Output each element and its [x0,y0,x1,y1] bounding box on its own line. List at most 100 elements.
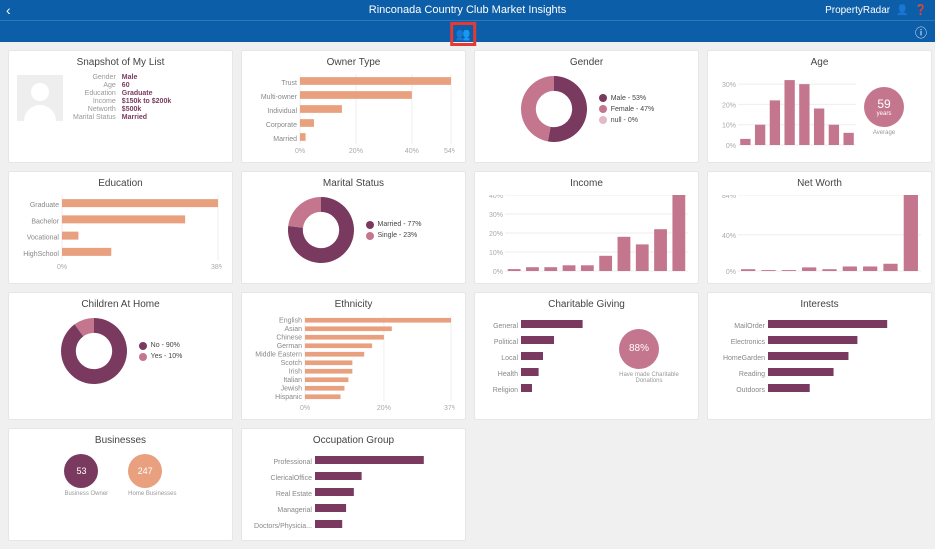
svg-text:Trust: Trust [281,80,297,87]
svg-text:20%: 20% [349,148,363,154]
svg-text:Middle Eastern: Middle Eastern [255,352,302,359]
chart-children [59,316,129,386]
chart-gender [519,74,589,144]
svg-text:40%: 40% [722,233,736,240]
info-icon[interactable]: ⓘ [915,24,927,41]
svg-text:0%: 0% [726,269,736,275]
legend-children: No - 90%Yes - 10% [139,342,183,361]
card-title: Owner Type [250,57,457,68]
svg-text:Corporate: Corporate [266,122,297,129]
card-title: Income [483,178,690,189]
svg-text:Bachelor: Bachelor [31,218,59,225]
svg-text:Political: Political [494,339,519,346]
svg-text:German: German [277,343,302,350]
age-badge: 59 years [864,87,904,127]
card-networth: Net Worth 0% 40% 84% [707,171,932,284]
dashboard-grid: Snapshot of My List GenderMaleAge60Educa… [0,42,935,549]
card-occupation: Occupation Group ProfessionalClericalOff… [241,428,466,541]
svg-text:30%: 30% [489,212,503,219]
chart-marital [286,195,356,265]
chart-charitable: General Political Local Health Religion [483,316,613,396]
svg-text:HighSchool: HighSchool [23,251,59,258]
svg-text:English: English [279,318,302,325]
svg-text:10%: 10% [489,250,503,257]
svg-text:Hispanic: Hispanic [275,394,302,401]
chart-education: 0%38%GraduateBachelorVocationalHighSchoo… [17,195,222,270]
svg-text:0%: 0% [726,143,736,149]
svg-text:84%: 84% [722,195,736,200]
card-businesses: Businesses 53 Business Owner 247 Home Bu… [8,428,233,541]
card-title: Children At Home [17,299,224,310]
svg-text:Managerial: Managerial [277,507,312,514]
svg-text:40%: 40% [489,195,503,200]
snapshot-table: GenderMaleAge60EducationGraduateIncome$1… [73,74,171,121]
card-title: Businesses [17,435,224,446]
svg-text:Scotch: Scotch [281,360,303,367]
charitable-badge-label: Have made Charitable Donations [619,372,679,384]
svg-text:37%: 37% [444,405,455,411]
svg-text:Asian: Asian [284,326,302,333]
svg-text:20%: 20% [489,231,503,238]
card-marital: Marital Status Married - 77%Single - 23% [241,171,466,284]
card-title: Snapshot of My List [17,57,224,68]
svg-text:Doctors/Physicia...: Doctors/Physicia... [254,523,312,530]
highlighted-toolbar-button: 👥 [450,22,477,46]
svg-text:Graduate: Graduate [30,202,59,209]
card-ethnicity: Ethnicity 0% 20% 37% EnglishAsian ChineseGer… [241,292,466,420]
people-icon[interactable]: 👥 [456,27,471,41]
age-badge-label: Average [864,130,904,136]
svg-text:General: General [493,323,518,330]
svg-text:10%: 10% [722,123,736,130]
svg-text:Italian: Italian [283,377,302,384]
chart-networth: 0% 40% 84% [716,195,921,275]
business-owner-badge: 53 [64,454,98,488]
chart-owner-type: 0%20%40%54%TrustMulti-ownerIndividualCor… [250,74,455,154]
back-icon[interactable]: ‹ [6,2,11,18]
legend-marital: Married - 77%Single - 23% [366,221,422,240]
svg-text:Jewish: Jewish [281,386,303,393]
svg-text:Outdoors: Outdoors [736,387,765,394]
svg-text:ClericalOffice: ClericalOffice [271,475,313,482]
legend-gender: Male - 53%Female - 47%null - 0% [599,94,655,124]
svg-text:Electronics: Electronics [731,339,766,346]
card-children: Children At Home No - 90%Yes - 10% [8,292,233,420]
card-title: Age [716,57,923,68]
svg-text:0%: 0% [493,269,503,275]
svg-text:Religion: Religion [493,387,518,394]
help-icon[interactable]: ❓ [915,5,927,16]
svg-text:20%: 20% [377,405,391,411]
card-title: Net Worth [716,178,923,189]
card-title: Gender [483,57,690,68]
chart-age: 0% 10% 20% 30% [716,74,856,149]
svg-text:Individual: Individual [267,108,297,115]
svg-text:54%: 54% [444,148,455,154]
card-title: Ethnicity [250,299,457,310]
svg-text:0%: 0% [300,405,310,411]
svg-text:30%: 30% [722,82,736,89]
svg-text:0%: 0% [295,148,305,154]
topbar: ‹ Rinconada Country Club Market Insights… [0,0,935,20]
home-businesses-badge: 247 [128,454,162,488]
svg-text:HomeGarden: HomeGarden [723,355,765,362]
brand-label: PropertyRadar [825,5,890,16]
svg-text:0%: 0% [57,264,67,270]
card-title: Education [17,178,224,189]
svg-text:Chinese: Chinese [276,335,302,342]
user-icon[interactable]: 👤 [896,5,908,16]
svg-text:Health: Health [498,371,518,378]
svg-text:Irish: Irish [289,369,302,376]
svg-text:Married: Married [273,136,297,143]
card-owner-type: Owner Type 0%20%40%54%TrustMulti-ownerIn… [241,50,466,163]
svg-text:20%: 20% [722,102,736,109]
charitable-badge: 88% [619,329,659,369]
svg-text:Vocational: Vocational [27,235,60,242]
chart-interests: MailOrder Electronics HomeGarden Reading Out… [716,316,921,396]
card-snapshot: Snapshot of My List GenderMaleAge60Educa… [8,50,233,163]
card-charitable: Charitable Giving GeneralPoliticalLocalH… [474,292,699,420]
svg-text:Professional: Professional [273,459,312,466]
svg-text:Reading: Reading [739,371,765,378]
svg-text:Local: Local [501,355,518,362]
subbar: 👥 ⓘ [0,20,935,42]
svg-text:MailOrder: MailOrder [734,323,765,330]
svg-text:Multi-owner: Multi-owner [261,94,298,101]
